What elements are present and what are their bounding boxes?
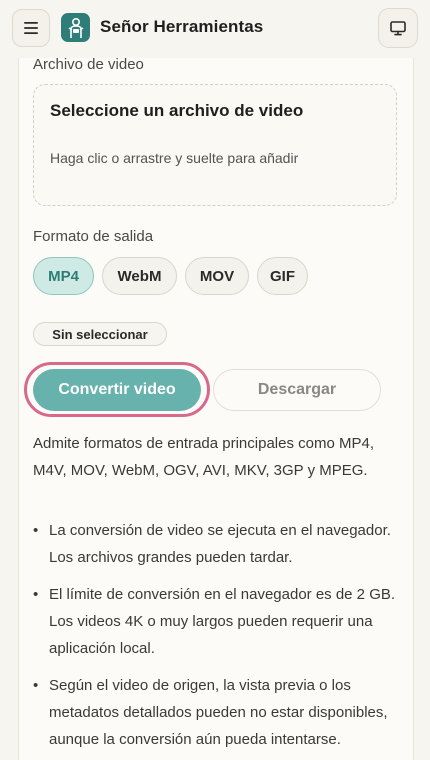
notes-list: • La conversión de video se ejecuta en el… xyxy=(33,517,398,760)
hamburger-menu-icon xyxy=(24,22,38,34)
download-button[interactable]: Descargar xyxy=(213,369,381,411)
output-format-label: Formato de salida xyxy=(33,228,154,245)
format-chip-webm[interactable]: WebM xyxy=(102,257,177,295)
app-header: Señor Herramientas xyxy=(0,0,430,58)
convert-video-button[interactable]: Convertir video xyxy=(33,369,201,411)
selection-status-badge: Sin seleccionar xyxy=(33,322,167,346)
video-dropzone[interactable]: Seleccione un archivo de video Haga clic… xyxy=(33,84,397,206)
monitor-icon xyxy=(390,20,406,35)
app-logo[interactable] xyxy=(61,13,90,42)
supported-formats-text: Admite formatos de entrada principales c… xyxy=(33,435,374,479)
format-chip-mp4[interactable]: MP4 xyxy=(33,257,94,295)
list-item: • La conversión de video se ejecuta en el… xyxy=(33,522,391,566)
list-item: • El límite de conversión en el navegador… xyxy=(33,586,396,657)
dropzone-hint: Haga clic o arrastre y suelte para añadi… xyxy=(50,150,299,166)
app-title: Señor Herramientas xyxy=(100,17,264,36)
tool-mascot-icon xyxy=(68,17,83,38)
dropzone-title: Seleccione un archivo de video xyxy=(50,101,304,120)
video-file-label: Archivo de video xyxy=(33,56,144,73)
display-mode-button[interactable] xyxy=(378,8,418,48)
list-item: • Según el video de origen, la vista prev… xyxy=(33,677,388,748)
format-chip-gif[interactable]: GIF xyxy=(257,257,308,295)
format-chip-mov[interactable]: MOV xyxy=(185,257,249,295)
menu-button[interactable] xyxy=(12,9,50,47)
